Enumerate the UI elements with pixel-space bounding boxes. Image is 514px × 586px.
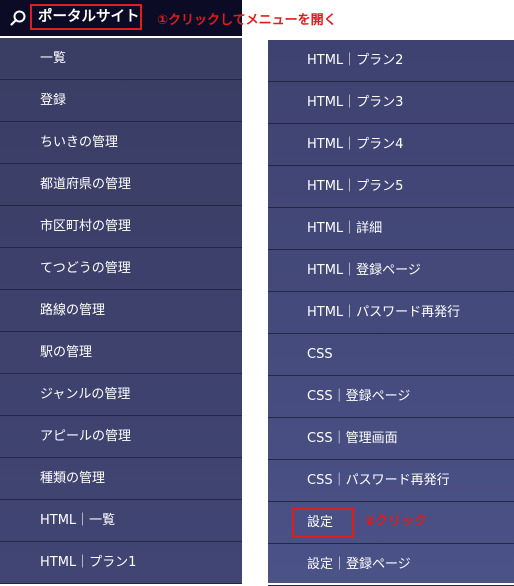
portal-site-menu-button[interactable]: ポータルサイト (30, 4, 142, 30)
menu-column-right: HTML｜プラン2 HTML｜プラン3 HTML｜プラン4 HTML｜プラン5 … (268, 40, 514, 586)
menu-item-css[interactable]: CSS (268, 334, 514, 376)
search-icon[interactable] (9, 9, 27, 27)
menu-item-html-list[interactable]: HTML｜一覧 (0, 500, 242, 542)
menu-item-genre-manage[interactable]: ジャンルの管理 (0, 374, 242, 416)
menu-item-css-admin-screen[interactable]: CSS｜管理画面 (268, 418, 514, 460)
menu-item-settings-register-page[interactable]: 設定｜登録ページ (268, 544, 514, 586)
menu-item-html-plan2[interactable]: HTML｜プラン2 (268, 40, 514, 82)
menu-item-html-register-page[interactable]: HTML｜登録ページ (268, 250, 514, 292)
menu-item-html-plan4[interactable]: HTML｜プラン4 (268, 124, 514, 166)
menu-item-html-detail[interactable]: HTML｜詳細 (268, 208, 514, 250)
portal-site-label: ポータルサイト (38, 9, 140, 25)
menu-column-left: 一覧 登録 ちいきの管理 都道府県の管理 市区町村の管理 てつどうの管理 路線の… (0, 38, 242, 584)
menu-item-html-plan3[interactable]: HTML｜プラン3 (268, 82, 514, 124)
menu-item-railway-manage[interactable]: てつどうの管理 (0, 248, 242, 290)
menu-item-city-manage[interactable]: 市区町村の管理 (0, 206, 242, 248)
menu-item-list[interactable]: 一覧 (0, 38, 242, 80)
menu-item-line-manage[interactable]: 路線の管理 (0, 290, 242, 332)
menu-item-station-manage[interactable]: 駅の管理 (0, 332, 242, 374)
instruction-step-1: ①クリックしてメニューを開く (157, 13, 337, 28)
menu-item-prefecture-manage[interactable]: 都道府県の管理 (0, 164, 242, 206)
menu-item-css-password-reset[interactable]: CSS｜パスワード再発行 (268, 460, 514, 502)
settings-highlight-box (292, 508, 354, 538)
menu-item-html-plan5[interactable]: HTML｜プラン5 (268, 166, 514, 208)
menu-item-html-plan1[interactable]: HTML｜プラン1 (0, 542, 242, 584)
menu-item-css-register-page[interactable]: CSS｜登録ページ (268, 376, 514, 418)
menu-item-region-manage[interactable]: ちいきの管理 (0, 122, 242, 164)
menu-item-register[interactable]: 登録 (0, 80, 242, 122)
menu-item-appeal-manage[interactable]: アピールの管理 (0, 416, 242, 458)
instruction-step-2: ②クリック (364, 514, 428, 529)
menu-item-html-password-reset[interactable]: HTML｜パスワード再発行 (268, 292, 514, 334)
menu-item-type-manage[interactable]: 種類の管理 (0, 458, 242, 500)
